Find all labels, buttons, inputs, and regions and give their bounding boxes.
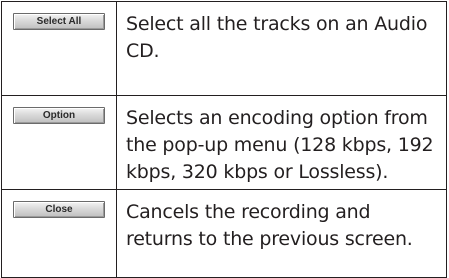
button-reference-table: Select All Select all the tracks on an A… — [1, 1, 447, 278]
description-cell: Select all the tracks on an Audio CD. — [116, 1, 447, 96]
close-button[interactable]: Close — [13, 201, 105, 218]
option-button[interactable]: Option — [13, 107, 105, 124]
table-row: Option Selects an encoding option from t… — [1, 95, 447, 190]
button-cell: Option — [1, 95, 117, 190]
button-cell: Select All — [1, 1, 117, 96]
select-all-button[interactable]: Select All — [13, 13, 105, 30]
description-cell: Cancels the recording and returns to the… — [116, 189, 447, 278]
description-cell: Selects an encoding option from the pop-… — [116, 95, 447, 190]
button-cell: Close — [1, 189, 117, 278]
table-row: Select All Select all the tracks on an A… — [1, 1, 447, 96]
table-row: Close Cancels the recording and returns … — [1, 189, 447, 278]
